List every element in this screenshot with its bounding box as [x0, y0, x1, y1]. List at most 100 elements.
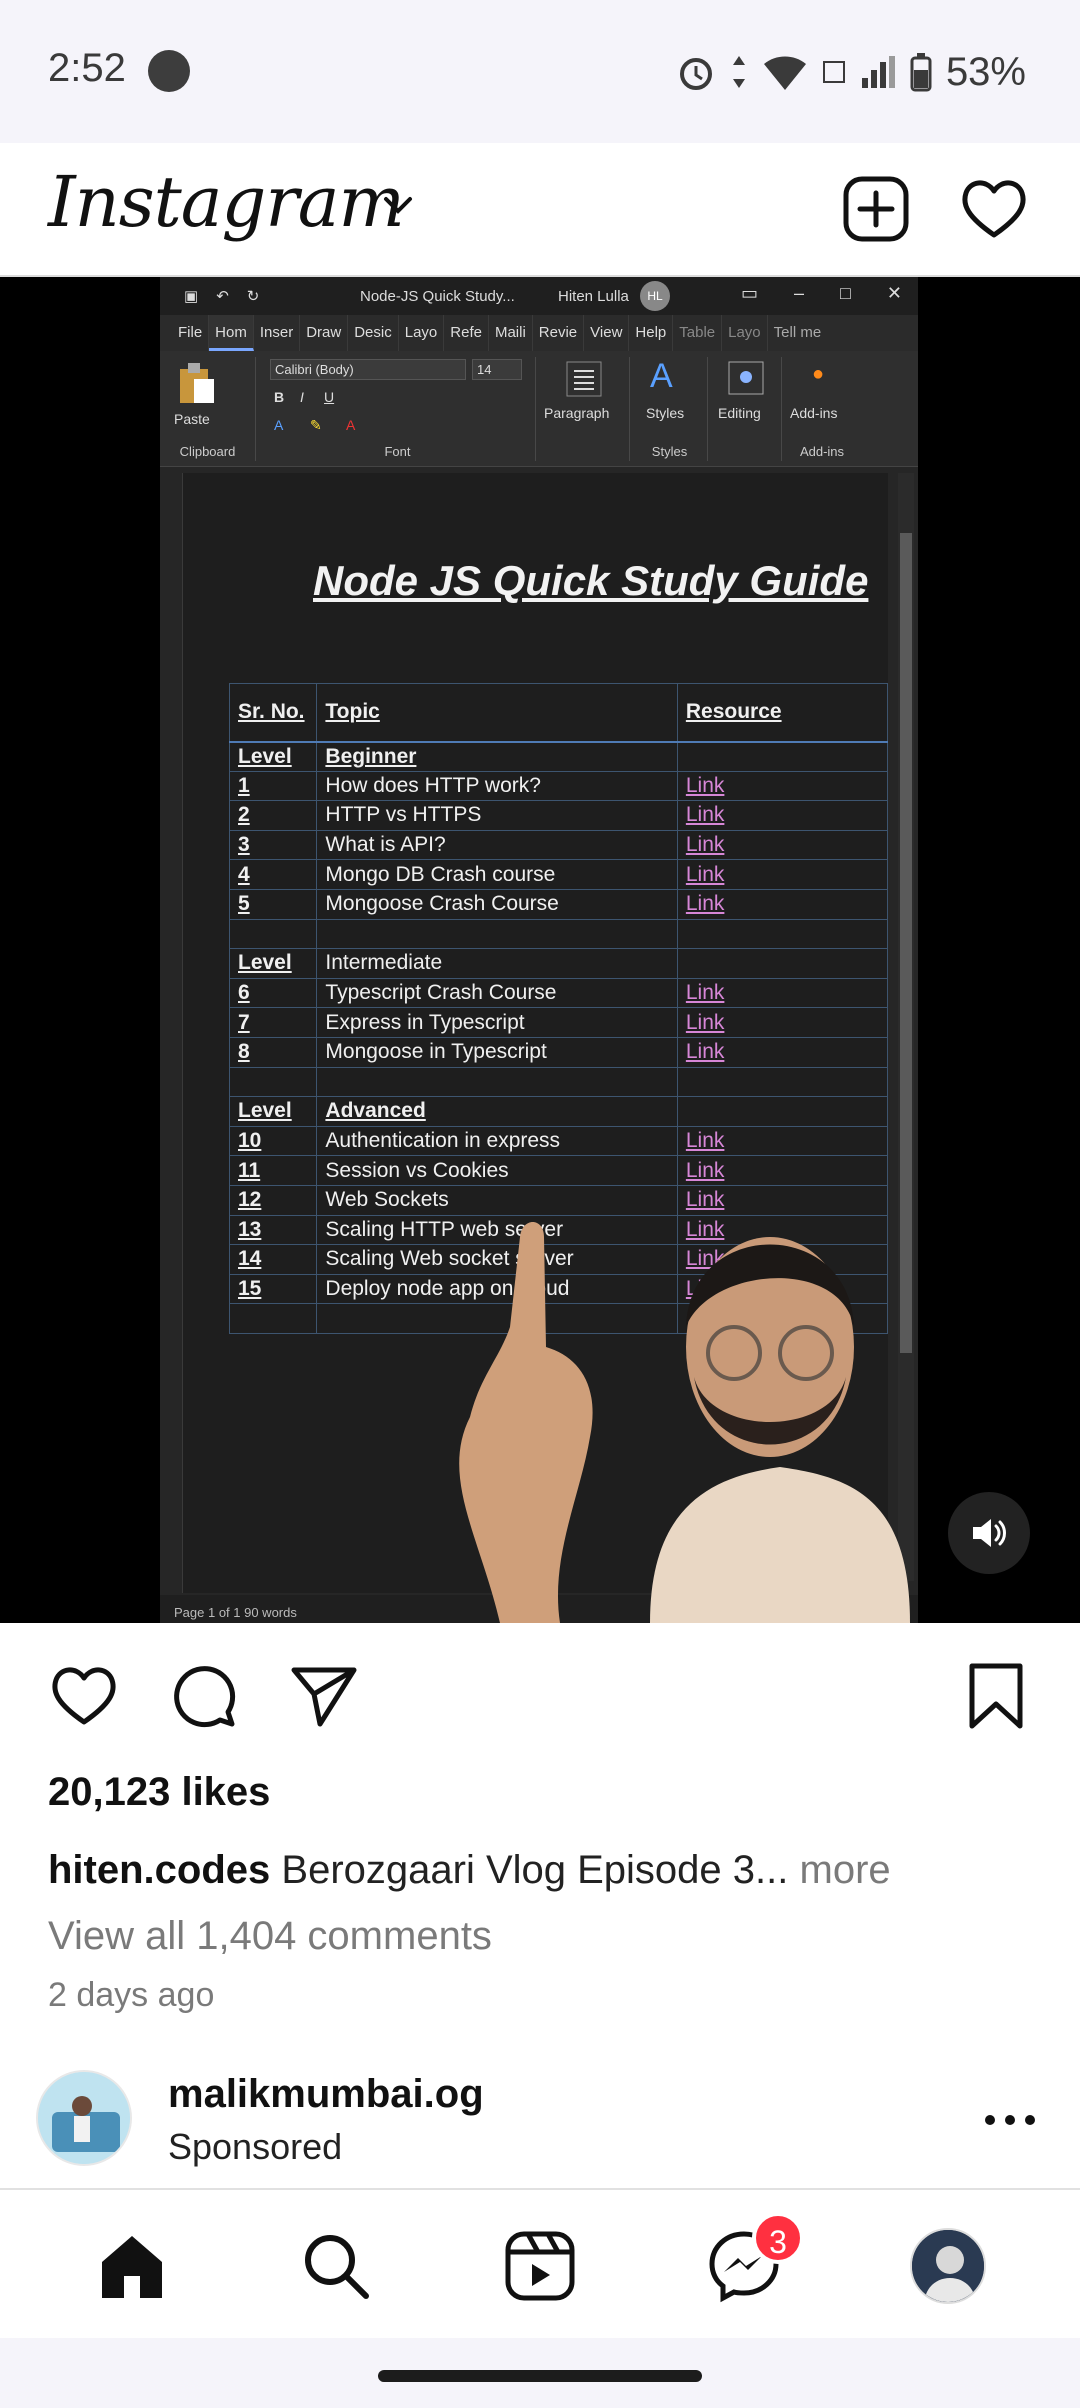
likes-count[interactable]: 20,123 likes [48, 1770, 270, 1815]
profile-avatar[interactable] [910, 2228, 986, 2304]
resource-link: Link [676, 859, 889, 890]
minimize-icon: – [794, 283, 805, 303]
bottom-navigation: 3 [0, 2188, 1080, 2338]
row-number: 2 [228, 800, 318, 831]
home-icon[interactable] [94, 2228, 170, 2304]
row-number: Level [228, 1096, 318, 1127]
table-row: Level Intermediate [228, 948, 889, 979]
sponsored-avatar[interactable] [36, 2070, 132, 2166]
post-media[interactable]: ▣ ↶ ↻ Node-JS Quick Study... Hiten Lulla… [0, 277, 1080, 1623]
addins-icon: ● [812, 363, 825, 385]
resource-link: Link [676, 977, 889, 1009]
row-number: 14 [228, 1244, 318, 1275]
row-number: 13 [228, 1214, 318, 1246]
view-comments-link[interactable]: View all 1,404 comments [48, 1914, 492, 1959]
maximize-icon: □ [840, 283, 851, 303]
caption-more-link[interactable]: more [800, 1848, 891, 1892]
italic-icon: I [300, 389, 304, 405]
table-row: 7 Express in Typescript Link [228, 1007, 889, 1038]
document-name: Node-JS Quick Study... [360, 288, 515, 305]
avatar-image [38, 2072, 130, 2164]
sound-toggle-button[interactable] [948, 1492, 1030, 1574]
row-resource [676, 1066, 889, 1098]
addins-group: ● Add-ins Add-ins [784, 357, 860, 461]
table-row: Level Advanced [228, 1096, 889, 1127]
paste-label: Paste [174, 411, 210, 427]
create-post-icon[interactable] [840, 173, 912, 245]
ribbon-tab: Maili [489, 315, 533, 351]
row-topic: Authentication in express [316, 1125, 678, 1157]
data-arrows-icon [732, 56, 745, 88]
row-number: Level [228, 948, 318, 979]
paragraph-label: Paragraph [544, 405, 610, 421]
resource-link: Link [676, 1007, 889, 1038]
post-caption: hiten.codes Berozgaari Vlog Episode 3...… [48, 1848, 891, 1893]
sponsored-label: Sponsored [168, 2126, 343, 2167]
table-row: Level Beginner [228, 741, 889, 772]
header-sr-no: Sr. No. [228, 683, 318, 743]
editing-label: Editing [718, 405, 761, 421]
profile-image [912, 2230, 984, 2302]
more-options-icon[interactable] [980, 2100, 1040, 2140]
window-titlebar: ▣ ↶ ↻ Node-JS Quick Study... Hiten Lulla… [160, 277, 918, 315]
row-topic [316, 918, 678, 950]
share-send-icon[interactable] [288, 1660, 360, 1732]
quick-access-toolbar: ▣ ↶ ↻ [184, 287, 259, 305]
home-gesture-bar[interactable] [378, 2370, 702, 2382]
row-topic: How does HTTP work? [316, 770, 678, 802]
chevron-down-icon[interactable] [378, 185, 418, 225]
editing-icon [728, 361, 764, 395]
resource-link: Link [676, 1036, 889, 1068]
row-topic: HTTP vs HTTPS [316, 800, 678, 831]
wifi-icon [763, 56, 806, 90]
window-controls: ▭ – □ ✕ [741, 283, 902, 304]
reels-icon[interactable] [502, 2228, 578, 2304]
resource-link: Link [676, 1125, 889, 1157]
top-app-bar: Instagram [0, 143, 1080, 277]
row-number [228, 1066, 318, 1098]
ribbon-tab: Desic [348, 315, 399, 351]
status-bar: 2:52 53% [0, 0, 1080, 143]
table-row: 5 Mongoose Crash Course Link [228, 888, 889, 920]
instagram-logo[interactable]: Instagram [48, 161, 405, 243]
bold-icon: B [274, 389, 285, 405]
comment-icon[interactable] [168, 1660, 240, 1732]
font-name-box: Calibri (Body) [270, 359, 466, 380]
table-row: 8 Mongoose in Typescript Link [228, 1036, 889, 1068]
clipboard-group: Paste Clipboard [160, 357, 256, 461]
presenter-video-overlay [459, 1222, 910, 1623]
row-topic: Mongoose in Typescript [316, 1036, 678, 1068]
row-topic: Mongoose Crash Course [316, 888, 678, 920]
heart-notifications-icon[interactable] [958, 173, 1030, 245]
caption-text: Berozgaari Vlog Episode 3... [281, 1848, 789, 1892]
row-number: 1 [228, 770, 318, 802]
ribbon-tab-home: Hom [209, 315, 254, 351]
ribbon-home: Paste Clipboard Calibri (Body) 14 B I U … [160, 351, 918, 467]
ribbon-tab: Refe [444, 315, 489, 351]
table-row: 6 Typescript Crash Course Link [228, 977, 889, 1009]
close-icon: ✕ [886, 283, 902, 303]
search-icon[interactable] [298, 2228, 374, 2304]
tell-me-search: Tell me [773, 324, 822, 341]
caption-username[interactable]: hiten.codes [48, 1848, 270, 1892]
font-size-box: 14 [472, 359, 522, 380]
save-icon: ▣ [184, 288, 199, 305]
row-resource [676, 918, 889, 950]
font-color-icon: A [346, 417, 356, 433]
row-topic: Mongo DB Crash course [316, 859, 678, 890]
battery-icon [910, 53, 932, 92]
highlight-icon: ✎ [310, 417, 322, 433]
word-user-avatar: HL [640, 281, 670, 311]
table-row: 3 What is API? Link [228, 829, 889, 861]
editing-group: Editing [710, 357, 782, 461]
save-bookmark-icon[interactable] [960, 1660, 1032, 1732]
styles-label: Styles [646, 405, 685, 421]
row-number: 11 [228, 1155, 318, 1186]
like-heart-icon[interactable] [48, 1660, 120, 1732]
table-row: 1 How does HTTP work? Link [228, 770, 889, 802]
sponsored-username[interactable]: malikmumbai.og [168, 2072, 484, 2117]
ribbon-tab: Revie [533, 315, 585, 351]
status-time: 2:52 [48, 46, 126, 90]
addins-label: Add-ins [790, 405, 838, 421]
redo-icon: ↻ [246, 288, 260, 305]
